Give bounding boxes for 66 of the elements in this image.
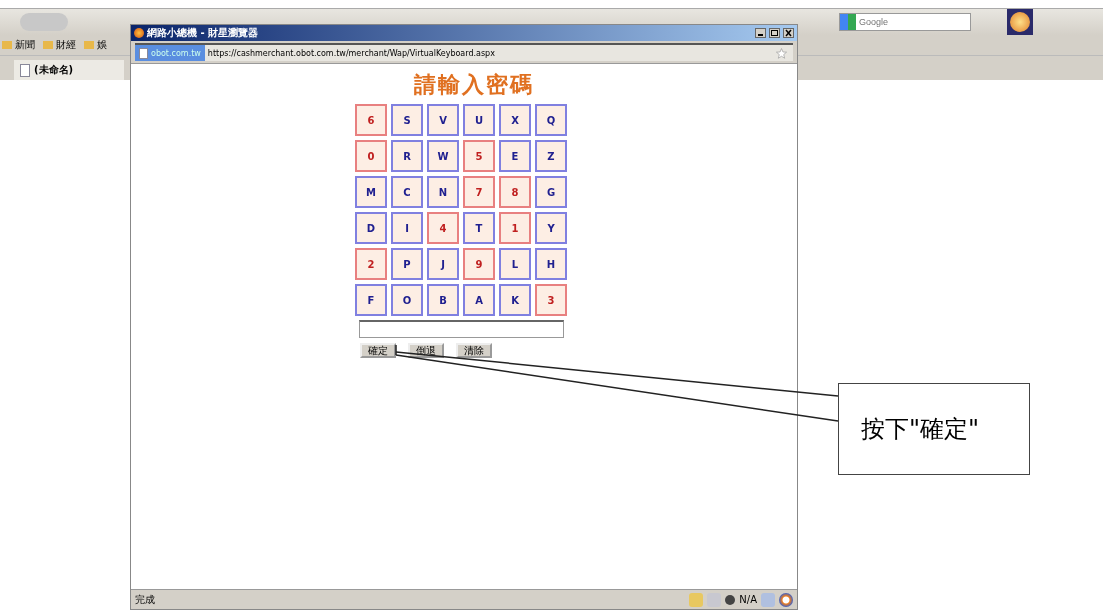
keypad-key[interactable]: R [391,140,423,172]
folder-icon [43,41,53,49]
keypad-key[interactable]: 9 [463,248,495,280]
folder-icon [2,41,12,49]
keypad-key[interactable]: 4 [427,212,459,244]
fox-icon [779,592,793,607]
keypad-key[interactable]: W [427,140,459,172]
browser-tab[interactable]: (未命名) [14,60,124,80]
keypad-key[interactable]: Q [535,104,567,136]
keypad-key[interactable]: K [499,284,531,316]
keypad-key[interactable]: H [535,248,567,280]
keypad-key[interactable]: A [463,284,495,316]
maximize-button[interactable] [769,28,780,38]
password-field[interactable] [358,320,564,338]
globe-icon [725,594,736,605]
keypad-key[interactable]: O [391,284,423,316]
keypad-key[interactable]: E [499,140,531,172]
bookmark-link[interactable]: 新聞 [15,38,35,52]
page-icon [139,47,148,59]
keypad-key[interactable]: D [355,212,387,244]
keypad-key[interactable]: Y [535,212,567,244]
keypad-key[interactable]: L [499,248,531,280]
minimize-button[interactable] [755,28,766,38]
url-text: https://cashmerchant.obot.com.tw/merchant/Wap/VirtualKeyboard.aspx [206,48,496,58]
keypad-key[interactable]: B [427,284,459,316]
close-button[interactable] [783,28,794,38]
close-icon [784,29,793,37]
browser-logo-icon [1007,9,1033,35]
keypad-key[interactable]: 5 [463,140,495,172]
keypad-key[interactable]: F [355,284,387,316]
keypad-key[interactable]: S [391,104,423,136]
keypad-key[interactable]: 7 [463,176,495,208]
keypad-key[interactable]: 0 [355,140,387,172]
keypad-key[interactable]: 8 [499,176,531,208]
status-text: 完成 [135,592,156,607]
zone-text: N/A [739,594,757,605]
keypad-button[interactable]: 清除 [456,343,492,358]
page-icon [20,63,30,77]
keypad-key[interactable]: C [391,176,423,208]
keypad-key[interactable]: 2 [355,248,387,280]
password-heading: 請輸入密碼 [414,70,534,99]
site-badge: obot.com.tw [135,45,205,61]
keypad-key[interactable]: T [463,212,495,244]
keypad-key[interactable]: V [427,104,459,136]
keypad-key[interactable]: M [355,176,387,208]
callout-box: 按下"確定" [838,383,1030,475]
keypad-key[interactable]: Z [535,140,567,172]
bookmark-link[interactable]: 娛 [97,38,107,52]
maximize-icon [770,29,779,37]
keypad-key[interactable]: 6 [355,104,387,136]
window-title: 網路小總機 - 財星瀏覽器 [147,26,260,40]
url-field[interactable]: obot.com.tw https://cashmerchant.obot.com.tw/merchant/Wap/VirtualKeyboard.aspx [135,43,793,61]
keypad-key[interactable]: N [427,176,459,208]
fox-icon [134,28,144,38]
keypad-key[interactable]: P [391,248,423,280]
folder-icon [84,41,94,49]
keypad-key[interactable]: 1 [499,212,531,244]
keypad-key[interactable]: U [463,104,495,136]
keypad-key[interactable]: X [499,104,531,136]
keypad-key[interactable]: I [391,212,423,244]
bookmark-link[interactable]: 財經 [56,38,76,52]
keypad-key[interactable]: G [535,176,567,208]
keypad-key[interactable]: J [427,248,459,280]
keypad-button[interactable]: 確定 [360,343,396,358]
star-icon[interactable] [776,47,787,59]
keypad-key[interactable]: 3 [535,284,567,316]
